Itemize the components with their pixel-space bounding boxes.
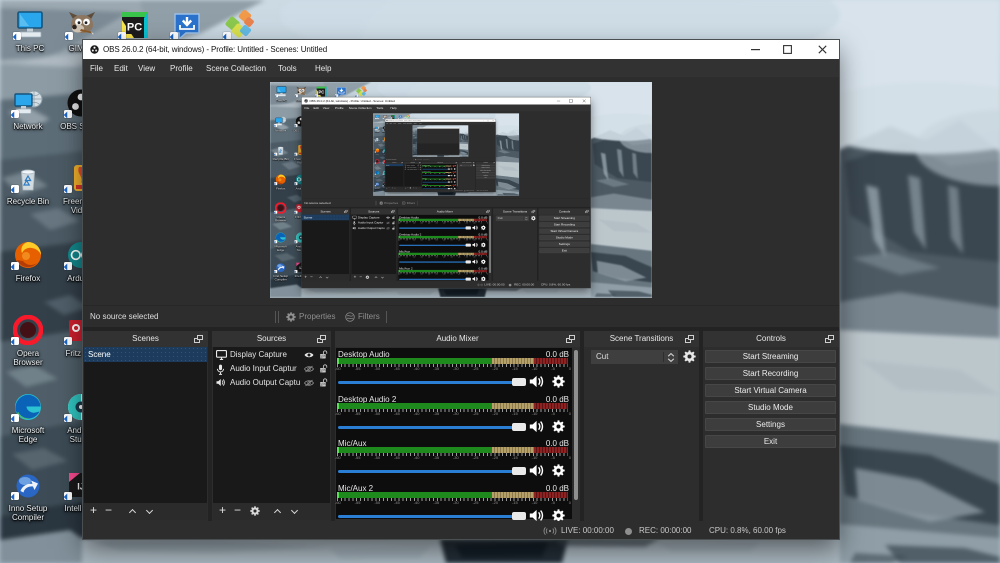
- svg-text:PC: PC: [127, 22, 142, 34]
- svg-text:PC: PC: [318, 90, 324, 95]
